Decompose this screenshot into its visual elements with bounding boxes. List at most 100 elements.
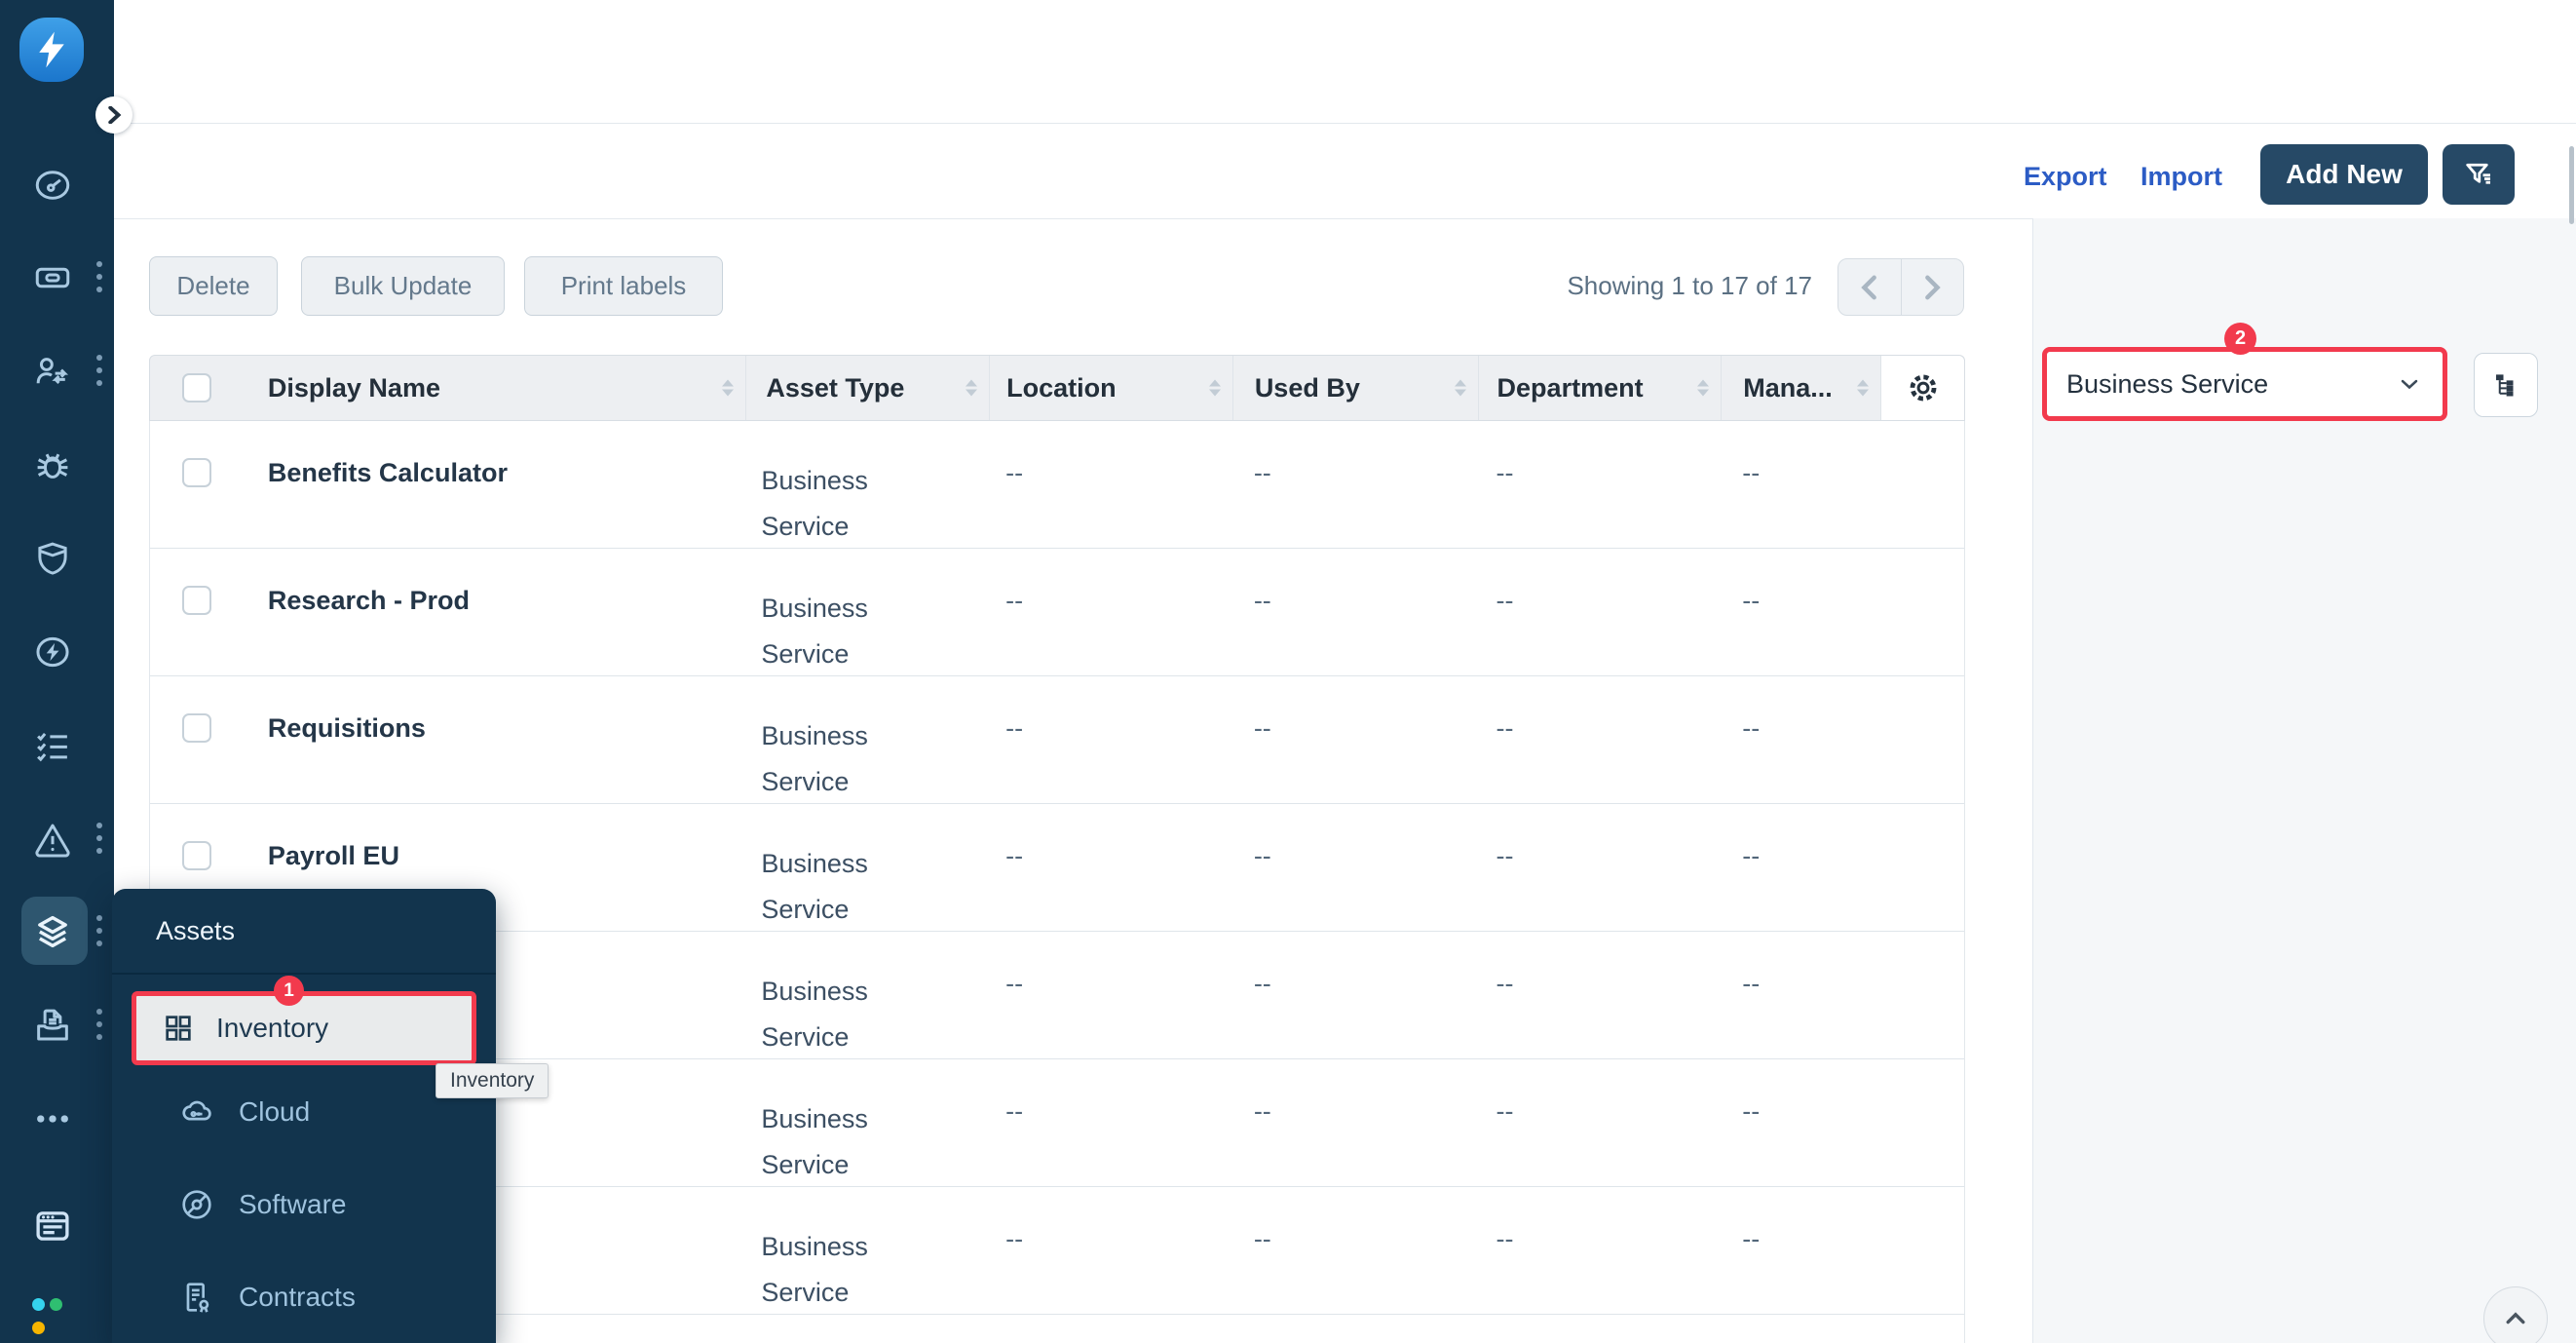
- sidebar-item-workspace[interactable]: [32, 1206, 73, 1247]
- asset-display-name[interactable]: Benefits Calculator: [247, 458, 745, 488]
- reports-kebab-menu[interactable]: [96, 1009, 104, 1047]
- user-swap-icon: [32, 351, 73, 392]
- column-location[interactable]: Location: [989, 356, 1232, 420]
- chevron-right-icon: [1922, 275, 1942, 300]
- scroll-to-top-button[interactable]: [2483, 1286, 2548, 1343]
- asset-display-name[interactable]: Payroll EU: [247, 841, 745, 871]
- prev-page-button[interactable]: [1838, 259, 1902, 315]
- freshservice-logo[interactable]: [19, 18, 84, 82]
- gear-icon: [1905, 369, 1942, 406]
- menu-item-software[interactable]: Software: [112, 1158, 496, 1250]
- filter-toggle-button[interactable]: [2443, 144, 2515, 205]
- menu-item-inventory[interactable]: Inventory 1: [132, 991, 476, 1065]
- sidebar-item-assets[interactable]: [32, 911, 73, 952]
- ticket-icon: [32, 257, 73, 298]
- used-by-value: --: [1232, 1096, 1478, 1127]
- print-labels-label: Print labels: [561, 271, 687, 301]
- column-asset-type[interactable]: Asset Type: [745, 356, 989, 420]
- managed-by-value: --: [1721, 969, 1880, 999]
- managed-by-value: --: [1721, 586, 1880, 616]
- managed-by-value: --: [1721, 1224, 1880, 1254]
- pagination: [1837, 258, 1964, 316]
- menu-item-contracts[interactable]: Contracts: [112, 1250, 496, 1343]
- sidebar-item-more[interactable]: [32, 1098, 73, 1139]
- disc-icon: [178, 1186, 215, 1223]
- table-row[interactable]: Benefits Calculator Business Service -- …: [150, 421, 1964, 549]
- select-all-checkbox[interactable]: [182, 373, 211, 403]
- column-display-name[interactable]: Display Name: [247, 356, 745, 420]
- add-new-label: Add New: [2286, 159, 2403, 190]
- table-row[interactable]: Research - Prod Business Service -- -- -…: [150, 549, 1964, 676]
- browser-icon: [32, 1206, 73, 1247]
- managed-by-value: --: [1721, 1096, 1880, 1127]
- row-checkbox[interactable]: [182, 841, 211, 870]
- ellipsis-icon: [32, 1098, 73, 1139]
- app-window: Inventory - All Assets* Chat with us N E…: [0, 0, 2576, 1343]
- delete-button[interactable]: Delete: [149, 256, 278, 316]
- table-header: Display Name Asset Type Location Used By…: [149, 355, 1965, 421]
- asset-display-name[interactable]: Requisitions: [247, 713, 745, 744]
- table-row[interactable]: Requisitions Business Service -- -- -- -…: [150, 676, 1964, 804]
- table-settings-button[interactable]: [1880, 356, 1964, 420]
- menu-item-label: Software: [239, 1189, 347, 1220]
- row-checkbox[interactable]: [182, 713, 211, 743]
- asset-type-value: Business Service: [2066, 369, 2268, 400]
- chevron-up-icon: [2499, 1302, 2532, 1335]
- asset-type-hierarchy-button[interactable]: [2474, 353, 2538, 417]
- bolt-circle-icon: [32, 632, 73, 672]
- sidebar-item-tickets[interactable]: [32, 257, 73, 298]
- column-department[interactable]: Department: [1478, 356, 1722, 420]
- changes-kebab-menu[interactable]: [96, 355, 104, 393]
- alerts-kebab-menu[interactable]: [96, 823, 104, 861]
- sort-arrows-icon[interactable]: [1697, 380, 1709, 397]
- print-labels-button[interactable]: Print labels: [524, 256, 723, 316]
- sidebar-item-reports[interactable]: [32, 1005, 73, 1046]
- sort-arrows-icon[interactable]: [1455, 380, 1466, 397]
- asset-type-select[interactable]: Business Service: [2042, 347, 2447, 421]
- sidebar-item-automation[interactable]: [32, 632, 73, 672]
- column-label: Department: [1479, 373, 1644, 403]
- bulk-update-button[interactable]: Bulk Update: [301, 256, 505, 316]
- sidebar-item-changes[interactable]: [32, 351, 73, 392]
- asset-display-name[interactable]: Research - Prod: [247, 586, 745, 616]
- sort-arrows-icon[interactable]: [966, 380, 977, 397]
- department-value: --: [1478, 586, 1722, 616]
- scrollbar-thumb[interactable]: [2569, 146, 2574, 224]
- used-by-value: --: [1232, 713, 1478, 744]
- sort-arrows-icon[interactable]: [1209, 380, 1221, 397]
- sort-arrows-icon[interactable]: [722, 380, 734, 397]
- assets-flyout-menu: Assets Inventory 1 Cloud Software Contra…: [112, 889, 496, 1343]
- asset-type-value: Business Service: [745, 1096, 907, 1188]
- row-checkbox[interactable]: [182, 586, 211, 615]
- sidebar-item-releases[interactable]: [32, 538, 73, 579]
- tickets-kebab-menu[interactable]: [96, 261, 104, 299]
- column-managed-by[interactable]: Mana...: [1721, 356, 1880, 420]
- sidebar-item-problems[interactable]: [32, 444, 73, 485]
- app-switcher-grid-icon[interactable]: [32, 1298, 83, 1343]
- assets-kebab-menu[interactable]: [96, 915, 104, 953]
- department-value: --: [1478, 969, 1722, 999]
- sidebar-item-tasks[interactable]: [32, 725, 73, 766]
- sidebar-item-alerts[interactable]: [32, 819, 73, 860]
- pagination-status: Showing 1 to 17 of 17: [1505, 271, 1812, 301]
- gauge-icon: [32, 165, 73, 206]
- row-checkbox[interactable]: [182, 458, 211, 487]
- export-link[interactable]: Export: [2024, 162, 2107, 192]
- sidebar-expand-button[interactable]: [95, 96, 133, 134]
- sidebar-item-dashboard[interactable]: [32, 165, 73, 206]
- import-link[interactable]: Import: [2140, 162, 2222, 192]
- menu-item-label: Contracts: [239, 1282, 356, 1313]
- department-value: --: [1478, 841, 1722, 871]
- location-value: --: [989, 969, 1232, 999]
- used-by-value: --: [1232, 586, 1478, 616]
- next-page-button[interactable]: [1902, 259, 1964, 315]
- chevron-left-icon: [1860, 275, 1879, 300]
- column-label: Mana...: [1722, 373, 1833, 403]
- location-value: --: [989, 586, 1232, 616]
- cloud-icon: [178, 1094, 215, 1131]
- add-new-button[interactable]: Add New: [2260, 144, 2428, 205]
- hierarchy-tree-icon: [2491, 370, 2520, 400]
- column-used-by[interactable]: Used By: [1232, 356, 1478, 420]
- sort-arrows-icon[interactable]: [1857, 380, 1869, 397]
- used-by-value: --: [1232, 458, 1478, 488]
